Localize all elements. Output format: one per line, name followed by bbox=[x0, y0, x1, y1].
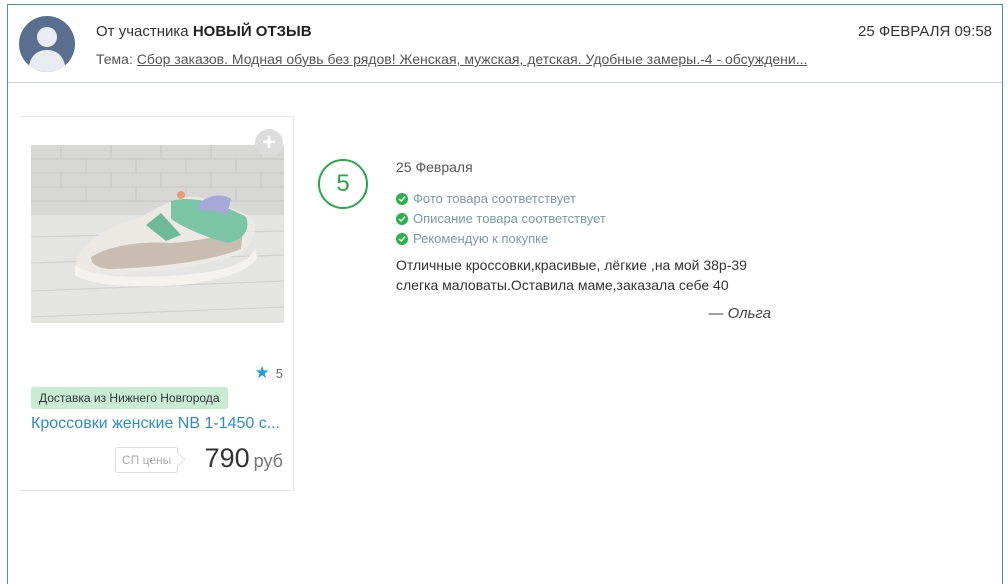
review-date: 25 Февраля bbox=[396, 159, 473, 175]
price-value: 790 bbox=[204, 443, 250, 473]
from-prefix: От участника bbox=[96, 23, 189, 40]
check-item-description: Описание товара соответствует bbox=[396, 209, 796, 229]
sp-price-badge: СП цены bbox=[115, 447, 179, 473]
check-label: Фото товара соответствует bbox=[413, 191, 576, 206]
price-currency: руб bbox=[253, 451, 283, 471]
from-line: От участника НОВЫЙ ОТЗЫВ bbox=[96, 23, 312, 40]
check-item-photo: Фото товара соответствует bbox=[396, 189, 796, 209]
check-item-recommend: Рекомендую к покупке bbox=[396, 229, 796, 249]
check-circle-icon bbox=[396, 233, 408, 245]
plus-icon: + bbox=[261, 129, 276, 156]
product-photo[interactable] bbox=[31, 145, 284, 323]
product-name-link[interactable]: Кроссовки женские NB 1-1450 с... bbox=[31, 415, 283, 433]
avatar[interactable] bbox=[19, 16, 75, 72]
topic-link[interactable]: Сбор заказов. Модная обувь без рядов! Же… bbox=[137, 51, 808, 67]
review-score: 5 bbox=[318, 159, 368, 209]
product-price: 790 руб bbox=[205, 443, 283, 474]
add-to-favorites-button[interactable]: + bbox=[255, 129, 283, 157]
review-body: 25 Февраля Фото товара соответствует Опи… bbox=[396, 159, 796, 322]
check-label: Рекомендую к покупке bbox=[413, 231, 549, 246]
star-icon: ★ bbox=[254, 363, 270, 382]
check-circle-icon bbox=[396, 193, 408, 205]
product-card[interactable]: + ★ 5 Доставка из Нижнего Новгорода Кросс… bbox=[19, 116, 294, 491]
check-label: Описание товара соответствует bbox=[413, 211, 606, 226]
user-icon bbox=[28, 27, 66, 72]
message-frame: От участника НОВЫЙ ОТЗЫВ 25 ФЕВРАЛЯ 09:5… bbox=[7, 4, 1003, 584]
product-rating: ★ 5 bbox=[255, 363, 283, 383]
check-circle-icon bbox=[396, 213, 408, 225]
message-datetime: 25 ФЕВРАЛЯ 09:58 bbox=[858, 23, 992, 40]
message-header: От участника НОВЫЙ ОТЗЫВ 25 ФЕВРАЛЯ 09:5… bbox=[8, 5, 1002, 83]
delivery-badge: Доставка из Нижнего Новгорода bbox=[31, 387, 228, 409]
review-author: — Ольга bbox=[708, 305, 771, 322]
topic-line: Тема: Сбор заказов. Модная обувь без ряд… bbox=[96, 51, 866, 67]
rating-value: 5 bbox=[275, 366, 283, 381]
topic-label: Тема: bbox=[96, 51, 133, 67]
review-text: Отличные кроссовки,красивые, лёгкие ,на … bbox=[396, 257, 747, 293]
from-title: НОВЫЙ ОТЗЫВ bbox=[192, 23, 312, 40]
